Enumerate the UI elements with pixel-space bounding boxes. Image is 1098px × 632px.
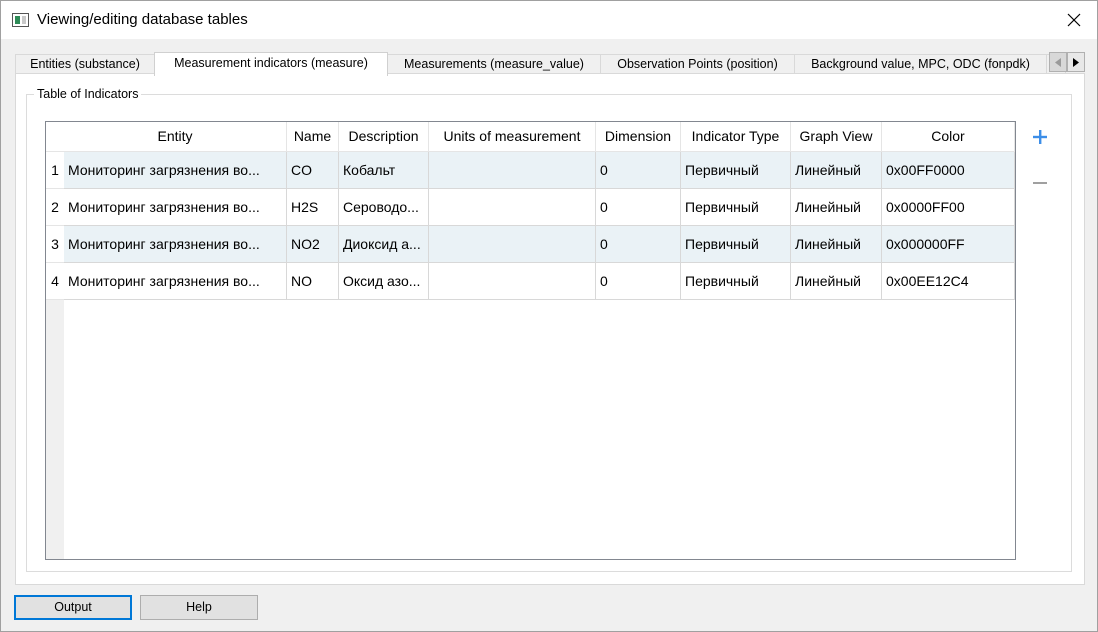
table-row[interactable]: 2 Мониторинг загрязнения во... H2S Серов… [46,189,1015,226]
column-header-units[interactable]: Units of measurement [429,122,596,152]
cell-name[interactable]: NO2 [287,226,339,263]
column-header-indicator-type[interactable]: Indicator Type [681,122,791,152]
close-icon [1067,13,1081,27]
cell-dimension[interactable]: 0 [596,152,681,189]
cell-color[interactable]: 0x00FF0000 [882,152,1015,189]
arrow-left-icon [1055,57,1061,67]
column-header-name[interactable]: Name [287,122,339,152]
cell-name[interactable]: NO [287,263,339,300]
cell-color[interactable]: 0x000000FF [882,226,1015,263]
tab-background-value[interactable]: Background value, MPC, ODC (fonpdk) [794,54,1047,75]
column-header-entity[interactable]: Entity [64,122,287,152]
main-window: Viewing/editing database tables Entities… [0,0,1098,632]
cell-dimension[interactable]: 0 [596,263,681,300]
tab-measurement-indicators[interactable]: Measurement indicators (measure) [154,52,388,76]
cell-color[interactable]: 0x00EE12C4 [882,263,1015,300]
groupbox-title: Table of Indicators [34,87,142,101]
row-number[interactable]: 4 [46,263,64,300]
cell-entity[interactable]: Мониторинг загрязнения во... [64,263,287,300]
column-header-description[interactable]: Description [339,122,429,152]
cell-name[interactable]: CO [287,152,339,189]
cell-indicator-type[interactable]: Первичный [681,226,791,263]
app-icon [12,13,29,27]
cell-color[interactable]: 0x0000FF00 [882,189,1015,226]
cell-entity[interactable]: Мониторинг загрязнения во... [64,189,287,226]
tab-scroll-left-button[interactable] [1049,52,1067,72]
cell-units[interactable] [429,189,596,226]
cell-graph-view[interactable]: Линейный [791,226,882,263]
cell-units[interactable] [429,152,596,189]
output-button[interactable]: Output [14,595,132,620]
tab-scroll-right-button[interactable] [1067,52,1085,72]
minus-icon [1033,182,1047,184]
window-title: Viewing/editing database tables [37,11,248,28]
indicators-table[interactable]: Entity Name Description Units of measure… [45,121,1016,560]
table-row[interactable]: 3 Мониторинг загрязнения во... NO2 Диокс… [46,226,1015,263]
column-header-dimension[interactable]: Dimension [596,122,681,152]
cell-indicator-type[interactable]: Первичный [681,189,791,226]
cell-description[interactable]: Оксид азо... [339,263,429,300]
table-row[interactable]: 4 Мониторинг загрязнения во... NO Оксид … [46,263,1015,300]
close-button[interactable] [1051,1,1097,39]
cell-entity[interactable]: Мониторинг загрязнения во... [64,226,287,263]
table-row[interactable]: 1 Мониторинг загрязнения во... CO Кобаль… [46,152,1015,189]
add-row-button[interactable] [1032,129,1048,145]
help-button[interactable]: Help [140,595,258,620]
cell-graph-view[interactable]: Линейный [791,263,882,300]
tab-entities[interactable]: Entities (substance) [15,54,155,75]
table-corner[interactable] [46,122,64,152]
cell-dimension[interactable]: 0 [596,226,681,263]
column-header-graph-view[interactable]: Graph View [791,122,882,152]
cell-name[interactable]: H2S [287,189,339,226]
cell-description[interactable]: Сероводо... [339,189,429,226]
plus-icon [1033,130,1047,144]
remove-row-button[interactable] [1032,175,1048,191]
arrow-right-icon [1073,57,1079,67]
cell-units[interactable] [429,263,596,300]
cell-description[interactable]: Диоксид а... [339,226,429,263]
tab-panel: Table of Indicators Entity Name Descript… [15,73,1085,585]
title-bar: Viewing/editing database tables [1,1,1097,39]
row-number[interactable]: 2 [46,189,64,226]
cell-graph-view[interactable]: Линейный [791,152,882,189]
cell-indicator-type[interactable]: Первичный [681,152,791,189]
cell-entity[interactable]: Мониторинг загрязнения во... [64,152,287,189]
tab-measurements[interactable]: Measurements (measure_value) [387,54,601,75]
cell-description[interactable]: Кобальт [339,152,429,189]
row-number[interactable]: 3 [46,226,64,263]
cell-dimension[interactable]: 0 [596,189,681,226]
column-header-color[interactable]: Color [882,122,1015,152]
cell-graph-view[interactable]: Линейный [791,189,882,226]
cell-indicator-type[interactable]: Первичный [681,263,791,300]
cell-units[interactable] [429,226,596,263]
row-number[interactable]: 1 [46,152,64,189]
tab-observation-points[interactable]: Observation Points (position) [600,54,795,75]
tab-scroll-buttons [1049,52,1087,72]
